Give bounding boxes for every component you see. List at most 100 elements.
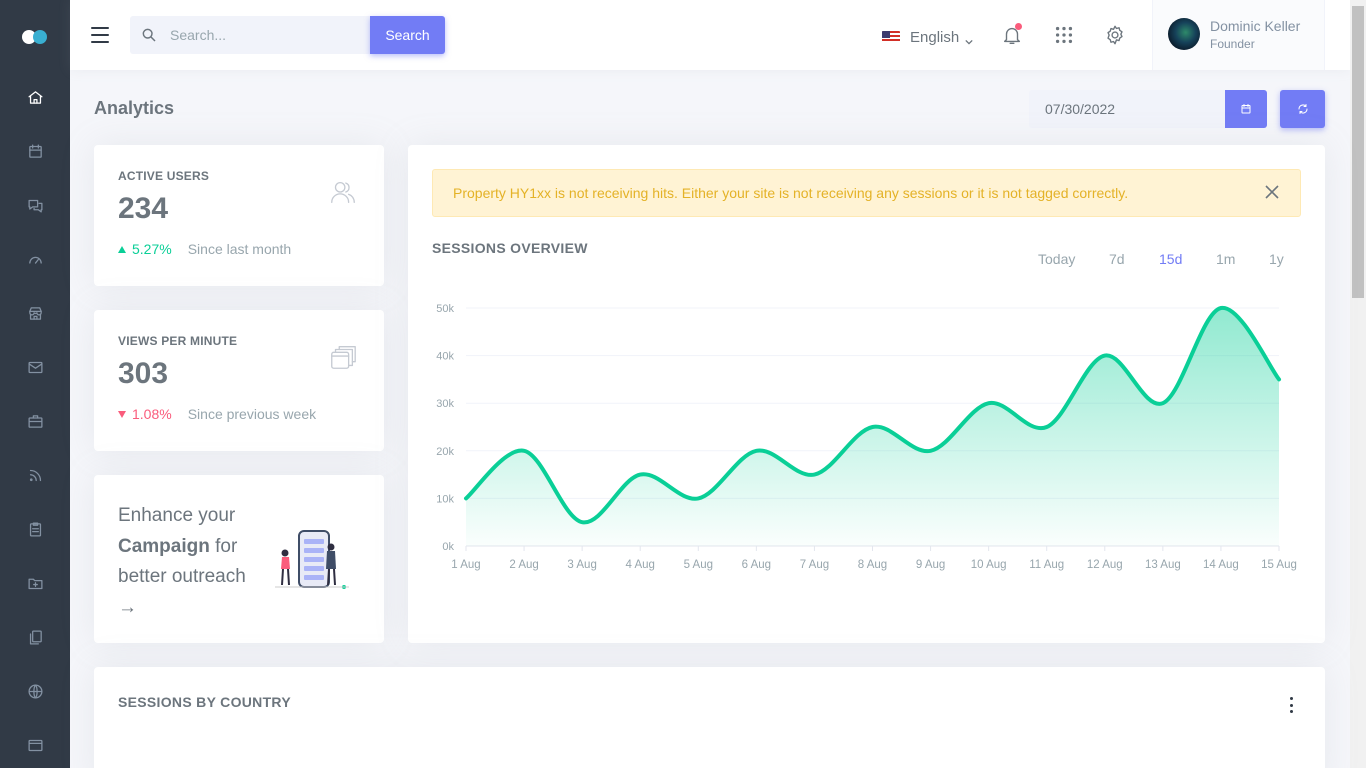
chevron-down-icon [965,33,973,45]
page-scrollbar[interactable] [1350,0,1366,768]
search-button[interactable]: Search [370,16,445,54]
user-role: Founder [1210,37,1255,51]
more-options-icon[interactable] [1288,697,1294,713]
x-tick-label: 13 Aug [1145,559,1181,571]
refresh-button[interactable] [1280,90,1325,128]
range-tab-15d[interactable]: 15d [1159,251,1182,267]
rss-icon[interactable] [25,465,45,485]
campaign-promo-card: Enhance your Campaign for better outreac… [94,475,384,643]
data-point[interactable] [929,449,933,453]
x-tick-label: 12 Aug [1087,559,1123,571]
range-tab-1m[interactable]: 1m [1216,251,1235,267]
arrow-right-icon: → [118,596,137,618]
x-tick-label: 5 Aug [684,559,713,571]
briefcase-icon[interactable] [25,411,45,431]
y-tick-label: 10k [436,493,454,505]
stat-change: 1.08% Since previous week [118,406,316,422]
search-icon [142,28,156,42]
language-label: English [910,28,960,46]
language-selector[interactable]: English [882,27,973,47]
avatar [1168,18,1200,50]
arrow-down-icon [118,410,126,418]
data-point[interactable] [812,473,816,477]
stat-change: 5.27% Since last month [118,241,291,257]
range-tab-1y[interactable]: 1y [1269,251,1284,267]
menu-toggle-icon[interactable] [91,27,109,43]
data-point[interactable] [1161,401,1165,405]
data-point[interactable] [522,449,526,453]
data-point[interactable] [464,496,468,500]
speedometer-icon[interactable] [25,249,45,269]
user-menu[interactable]: Dominic Keller Founder [1152,0,1325,70]
clipboard-icon[interactable] [25,519,45,539]
data-point[interactable] [1219,306,1223,310]
stat-change-percent: 1.08% [132,406,172,422]
mail-icon[interactable] [25,357,45,377]
x-tick-label: 1 Aug [451,559,480,571]
calendar-button[interactable] [1225,90,1267,128]
y-tick-label: 50k [436,303,454,315]
store-icon[interactable] [25,303,45,323]
sessions-overview-title: SESSIONS OVERVIEW [432,240,588,256]
bell-icon[interactable] [1001,23,1025,48]
x-tick-label: 7 Aug [800,559,829,571]
x-tick-label: 2 Aug [509,559,538,571]
x-tick-label: 6 Aug [742,559,771,571]
sessions-overview-card: Property HY1xx is not receiving hits. Ei… [408,145,1325,643]
y-tick-label: 30k [436,398,454,410]
sessions-chart: 0k 10k 20k 30k 40k 50k 1 Aug 2 Aug 3 Aug 4 Aug 5 A… [436,303,1297,571]
x-tick-label: 9 Aug [916,559,945,571]
x-tick-label: 10 Aug [971,559,1007,571]
search-input[interactable] [170,16,365,54]
files-icon[interactable] [25,627,45,647]
stat-since-label: Since last month [187,241,292,257]
promo-bold: Campaign [118,535,210,557]
stat-value: 303 [118,357,169,390]
sidebar [0,0,70,768]
x-tick-label: 4 Aug [626,559,655,571]
date-picker-input[interactable] [1029,90,1225,128]
y-tick-label: 20k [436,446,454,458]
window-icon[interactable] [25,735,45,755]
data-point[interactable] [1045,425,1049,429]
campaign-illustration [275,530,349,589]
data-point[interactable] [754,449,758,453]
data-point[interactable] [1103,354,1107,358]
data-point[interactable] [696,496,700,500]
promo-line-1: Enhance your [118,505,236,526]
sessions-by-country-title: SESSIONS BY COUNTRY [118,694,291,710]
calendar-icon[interactable] [25,141,45,161]
users-icon [328,177,360,209]
folder-icon[interactable] [25,573,45,593]
globe-icon[interactable] [25,681,45,701]
x-tick-label: 14 Aug [1203,559,1239,571]
us-flag-icon [882,31,900,43]
range-tab-7d[interactable]: 7d [1109,251,1125,267]
data-point[interactable] [580,520,584,524]
stat-label: VIEWS PER MINUTE [118,334,238,348]
chat-icon[interactable] [25,195,45,215]
data-point[interactable] [1277,377,1281,381]
stat-since-label: Since previous week [187,406,317,422]
active-users-card: ACTIVE USERS 234 5.27% Since last month [94,145,384,286]
data-point[interactable] [638,473,642,477]
close-icon[interactable] [1264,184,1282,202]
home-icon[interactable] [25,87,45,107]
app-logo[interactable] [22,28,50,46]
x-tick-label: 3 Aug [567,559,596,571]
data-point[interactable] [871,425,875,429]
windows-icon [328,342,360,374]
x-tick-label: 11 Aug [1029,559,1064,571]
refresh-icon [1298,104,1307,114]
gear-icon[interactable] [1104,24,1128,48]
apps-grid-icon[interactable] [1053,24,1077,48]
sessions-by-country-card: SESSIONS BY COUNTRY [94,667,1325,768]
notification-dot [1015,23,1022,30]
stat-label: ACTIVE USERS [118,169,210,183]
stat-change-percent: 5.27% [132,241,172,257]
scrollbar-thumb[interactable] [1352,6,1364,298]
x-tick-label: 8 Aug [858,559,887,571]
data-point[interactable] [987,401,991,405]
range-tab-today[interactable]: Today [1038,251,1075,267]
promo-link[interactable]: Enhance your Campaign for better outreac… [118,501,258,623]
